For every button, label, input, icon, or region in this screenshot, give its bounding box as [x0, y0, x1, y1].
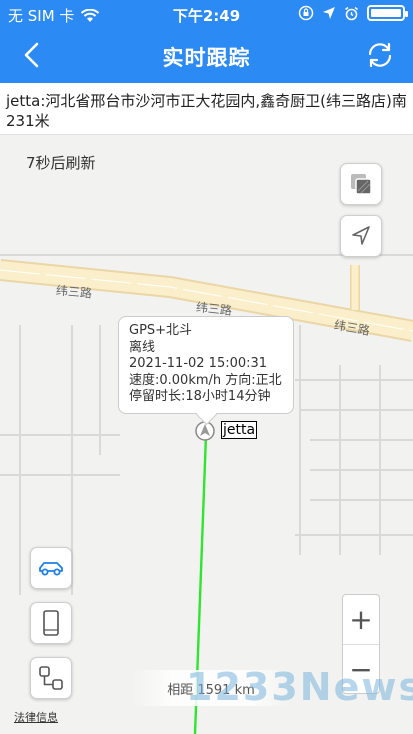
- popup-status: 离线: [129, 339, 156, 355]
- road-label: 纬三路: [55, 283, 93, 301]
- popup-datetime: 2021-11-02 15:00:31: [129, 356, 268, 371]
- refresh-icon[interactable]: [365, 40, 395, 70]
- header-bar: 无 SIM 卡 下午2:49 实时跟踪: [0, 0, 413, 83]
- map-view[interactable]: 纬三路 纬三路 纬三路 7秒后刷新 GPS+北斗 离线 2021-11-02 1…: [0, 135, 413, 734]
- car-view-button[interactable]: [30, 547, 72, 589]
- refresh-countdown: 7秒后刷新: [26, 154, 96, 172]
- navigation-arrow-icon: [352, 226, 370, 245]
- nav-bar: 实时跟踪: [0, 28, 413, 83]
- route-icon: [39, 666, 63, 690]
- legal-info-link[interactable]: 法律信息: [14, 709, 58, 725]
- popup-speed-direction: 速度:0.00km/h 方向:正北: [129, 372, 282, 388]
- phone-icon: [43, 610, 59, 636]
- battery-icon: [367, 5, 408, 21]
- vehicle-info-popup: GPS+北斗 离线 2021-11-02 15:00:31 速度:0.00km/…: [118, 316, 294, 414]
- map-layer-button[interactable]: [340, 163, 382, 205]
- vehicle-name-label: jetta: [221, 421, 258, 439]
- watermark: 1233News: [186, 665, 413, 709]
- locate-button[interactable]: [340, 215, 382, 257]
- zoom-in-button[interactable]: +: [343, 595, 379, 645]
- address-text: jetta:河北省邢台市沙河市正大花园内,鑫奇厨卫(纬三路店)南231米: [0, 83, 413, 135]
- phone-view-button[interactable]: [30, 602, 72, 644]
- popup-stay-duration: 停留时长:18小时14分钟: [129, 389, 271, 404]
- car-icon: [39, 562, 63, 576]
- status-bar: 无 SIM 卡 下午2:49: [0, 0, 413, 28]
- popup-positioning: GPS+北斗: [129, 323, 193, 338]
- rotation-lock-icon: [298, 5, 314, 21]
- layers-icon: [351, 174, 372, 195]
- alarm-icon: [345, 6, 358, 20]
- location-arrow-icon: [323, 7, 335, 19]
- route-view-button[interactable]: [30, 657, 72, 699]
- page-title: 实时跟踪: [162, 46, 251, 70]
